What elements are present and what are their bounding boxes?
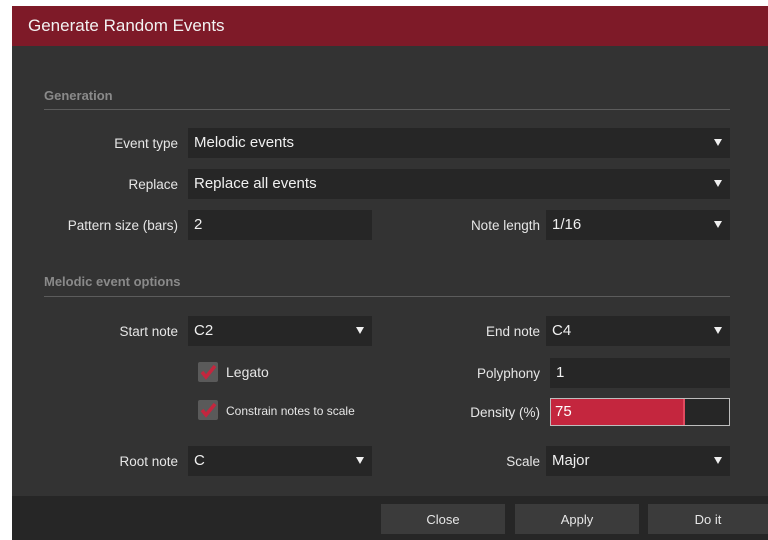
start-note-label: Start note: [119, 324, 178, 339]
close-button[interactable]: Close: [381, 504, 505, 534]
dialog-title: Generate Random Events: [28, 16, 225, 35]
section-divider: [44, 109, 730, 110]
event-type-value: Melodic events: [194, 134, 295, 151]
end-note-dropdown[interactable]: C4: [546, 316, 730, 346]
start-note-value: C2: [194, 322, 214, 339]
event-type-dropdown[interactable]: Melodic events: [188, 128, 730, 158]
legato-label: Legato: [226, 364, 269, 380]
dropdown-arrow-icon: [714, 139, 722, 146]
polyphony-value: 1: [556, 364, 565, 381]
root-note-label: Root note: [119, 454, 178, 469]
polyphony-label: Polyphony: [476, 366, 540, 381]
generate-random-events-dialog: Generate Random Events Generation Event …: [12, 6, 768, 540]
density-label: Density (%): [470, 405, 540, 420]
polyphony-input[interactable]: 1: [550, 358, 730, 388]
dropdown-arrow-icon: [714, 327, 722, 334]
scale-label: Scale: [506, 454, 540, 469]
pattern-size-label: Pattern size (bars): [67, 218, 178, 233]
density-value: 75: [555, 403, 572, 420]
note-length-dropdown[interactable]: 1/16: [546, 210, 730, 240]
note-length-value: 1/16: [552, 216, 582, 233]
pattern-size-value: 2: [194, 216, 203, 233]
replace-dropdown[interactable]: Replace all events: [188, 169, 730, 199]
title-bar: Generate Random Events: [12, 6, 768, 46]
constrain-to-scale-checkbox[interactable]: [198, 400, 218, 420]
constrain-to-scale-label: Constrain notes to scale: [226, 404, 355, 418]
section-melodic-heading: Melodic event options: [44, 274, 181, 289]
do-it-button[interactable]: Do it: [648, 504, 768, 534]
legato-checkbox[interactable]: [198, 362, 218, 382]
replace-label: Replace: [128, 177, 178, 192]
dropdown-arrow-icon: [714, 457, 722, 464]
scale-dropdown[interactable]: Major: [546, 446, 730, 476]
checkmark-icon: [200, 364, 217, 380]
start-note-dropdown[interactable]: C2: [188, 316, 372, 346]
root-note-value: C: [194, 452, 205, 469]
density-slider[interactable]: 75: [550, 398, 730, 426]
end-note-label: End note: [485, 324, 540, 339]
root-note-dropdown[interactable]: C: [188, 446, 372, 476]
dropdown-arrow-icon: [356, 457, 364, 464]
note-length-label: Note length: [470, 218, 540, 233]
end-note-value: C4: [552, 322, 572, 339]
dropdown-arrow-icon: [714, 221, 722, 228]
pattern-size-input[interactable]: 2: [188, 210, 372, 240]
event-type-label: Event type: [114, 136, 178, 151]
replace-value: Replace all events: [194, 175, 317, 192]
dropdown-arrow-icon: [356, 327, 364, 334]
section-generation-heading: Generation: [44, 88, 113, 103]
section-divider: [44, 296, 730, 297]
checkmark-icon: [200, 402, 217, 418]
scale-value: Major: [552, 452, 590, 469]
dropdown-arrow-icon: [714, 180, 722, 187]
apply-button[interactable]: Apply: [515, 504, 639, 534]
